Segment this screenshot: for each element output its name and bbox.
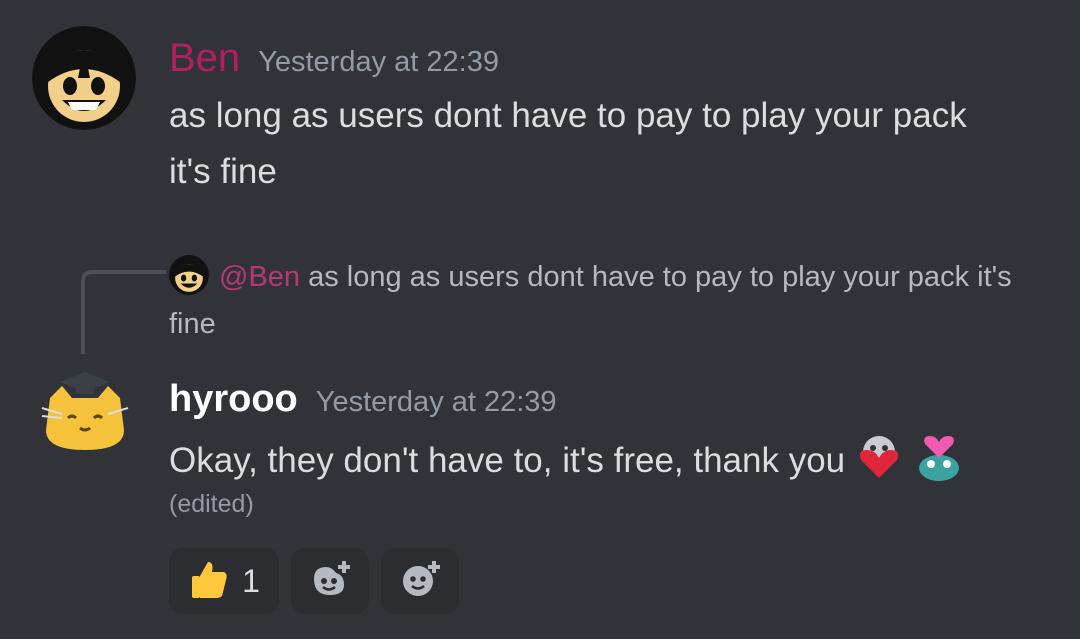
reactions-bar: 1 bbox=[169, 548, 459, 614]
reaction-count: 1 bbox=[242, 562, 260, 599]
frog-heart-emoji[interactable] bbox=[913, 430, 965, 482]
add-super-reaction-icon bbox=[398, 559, 442, 604]
message-content: Okay, they don't have to, it's free, tha… bbox=[169, 430, 1049, 489]
cat-graduation-cap-icon bbox=[41, 372, 129, 450]
reply-avatar bbox=[169, 255, 209, 295]
message-content: as long as users dont have to pay to pla… bbox=[169, 88, 1049, 200]
bendy-face-icon bbox=[169, 255, 209, 295]
add-reaction-icon bbox=[308, 559, 352, 604]
edited-label: (edited) bbox=[169, 490, 254, 518]
reaction-thumbs-up[interactable]: 1 bbox=[169, 548, 279, 614]
author-name[interactable]: Ben bbox=[169, 38, 240, 78]
timestamp: Yesterday at 22:39 bbox=[258, 46, 499, 78]
add-super-reaction-button[interactable] bbox=[381, 548, 459, 614]
avatar[interactable] bbox=[40, 368, 130, 458]
reply-mention[interactable]: @Ben bbox=[219, 261, 300, 293]
message-header: hyrooo Yesterday at 22:39 bbox=[169, 380, 557, 419]
message-text: Okay, they don't have to, it's free, tha… bbox=[169, 441, 846, 480]
author-name[interactable]: hyrooo bbox=[169, 380, 298, 418]
reply-context[interactable]: @Ben as long as users dont have to pay t… bbox=[169, 254, 1029, 348]
message-line: as long as users dont have to pay to pla… bbox=[169, 96, 967, 135]
thumbs-up-icon bbox=[188, 558, 230, 605]
reply-spine bbox=[81, 270, 166, 354]
message-line: it's fine bbox=[169, 152, 277, 191]
bendy-face-icon bbox=[32, 26, 136, 130]
avatar[interactable] bbox=[32, 26, 136, 130]
heart-hug-emoji[interactable] bbox=[853, 430, 905, 482]
timestamp: Yesterday at 22:39 bbox=[315, 386, 557, 418]
message-header: Ben Yesterday at 22:39 bbox=[169, 38, 499, 79]
add-reaction-button[interactable] bbox=[291, 548, 369, 614]
